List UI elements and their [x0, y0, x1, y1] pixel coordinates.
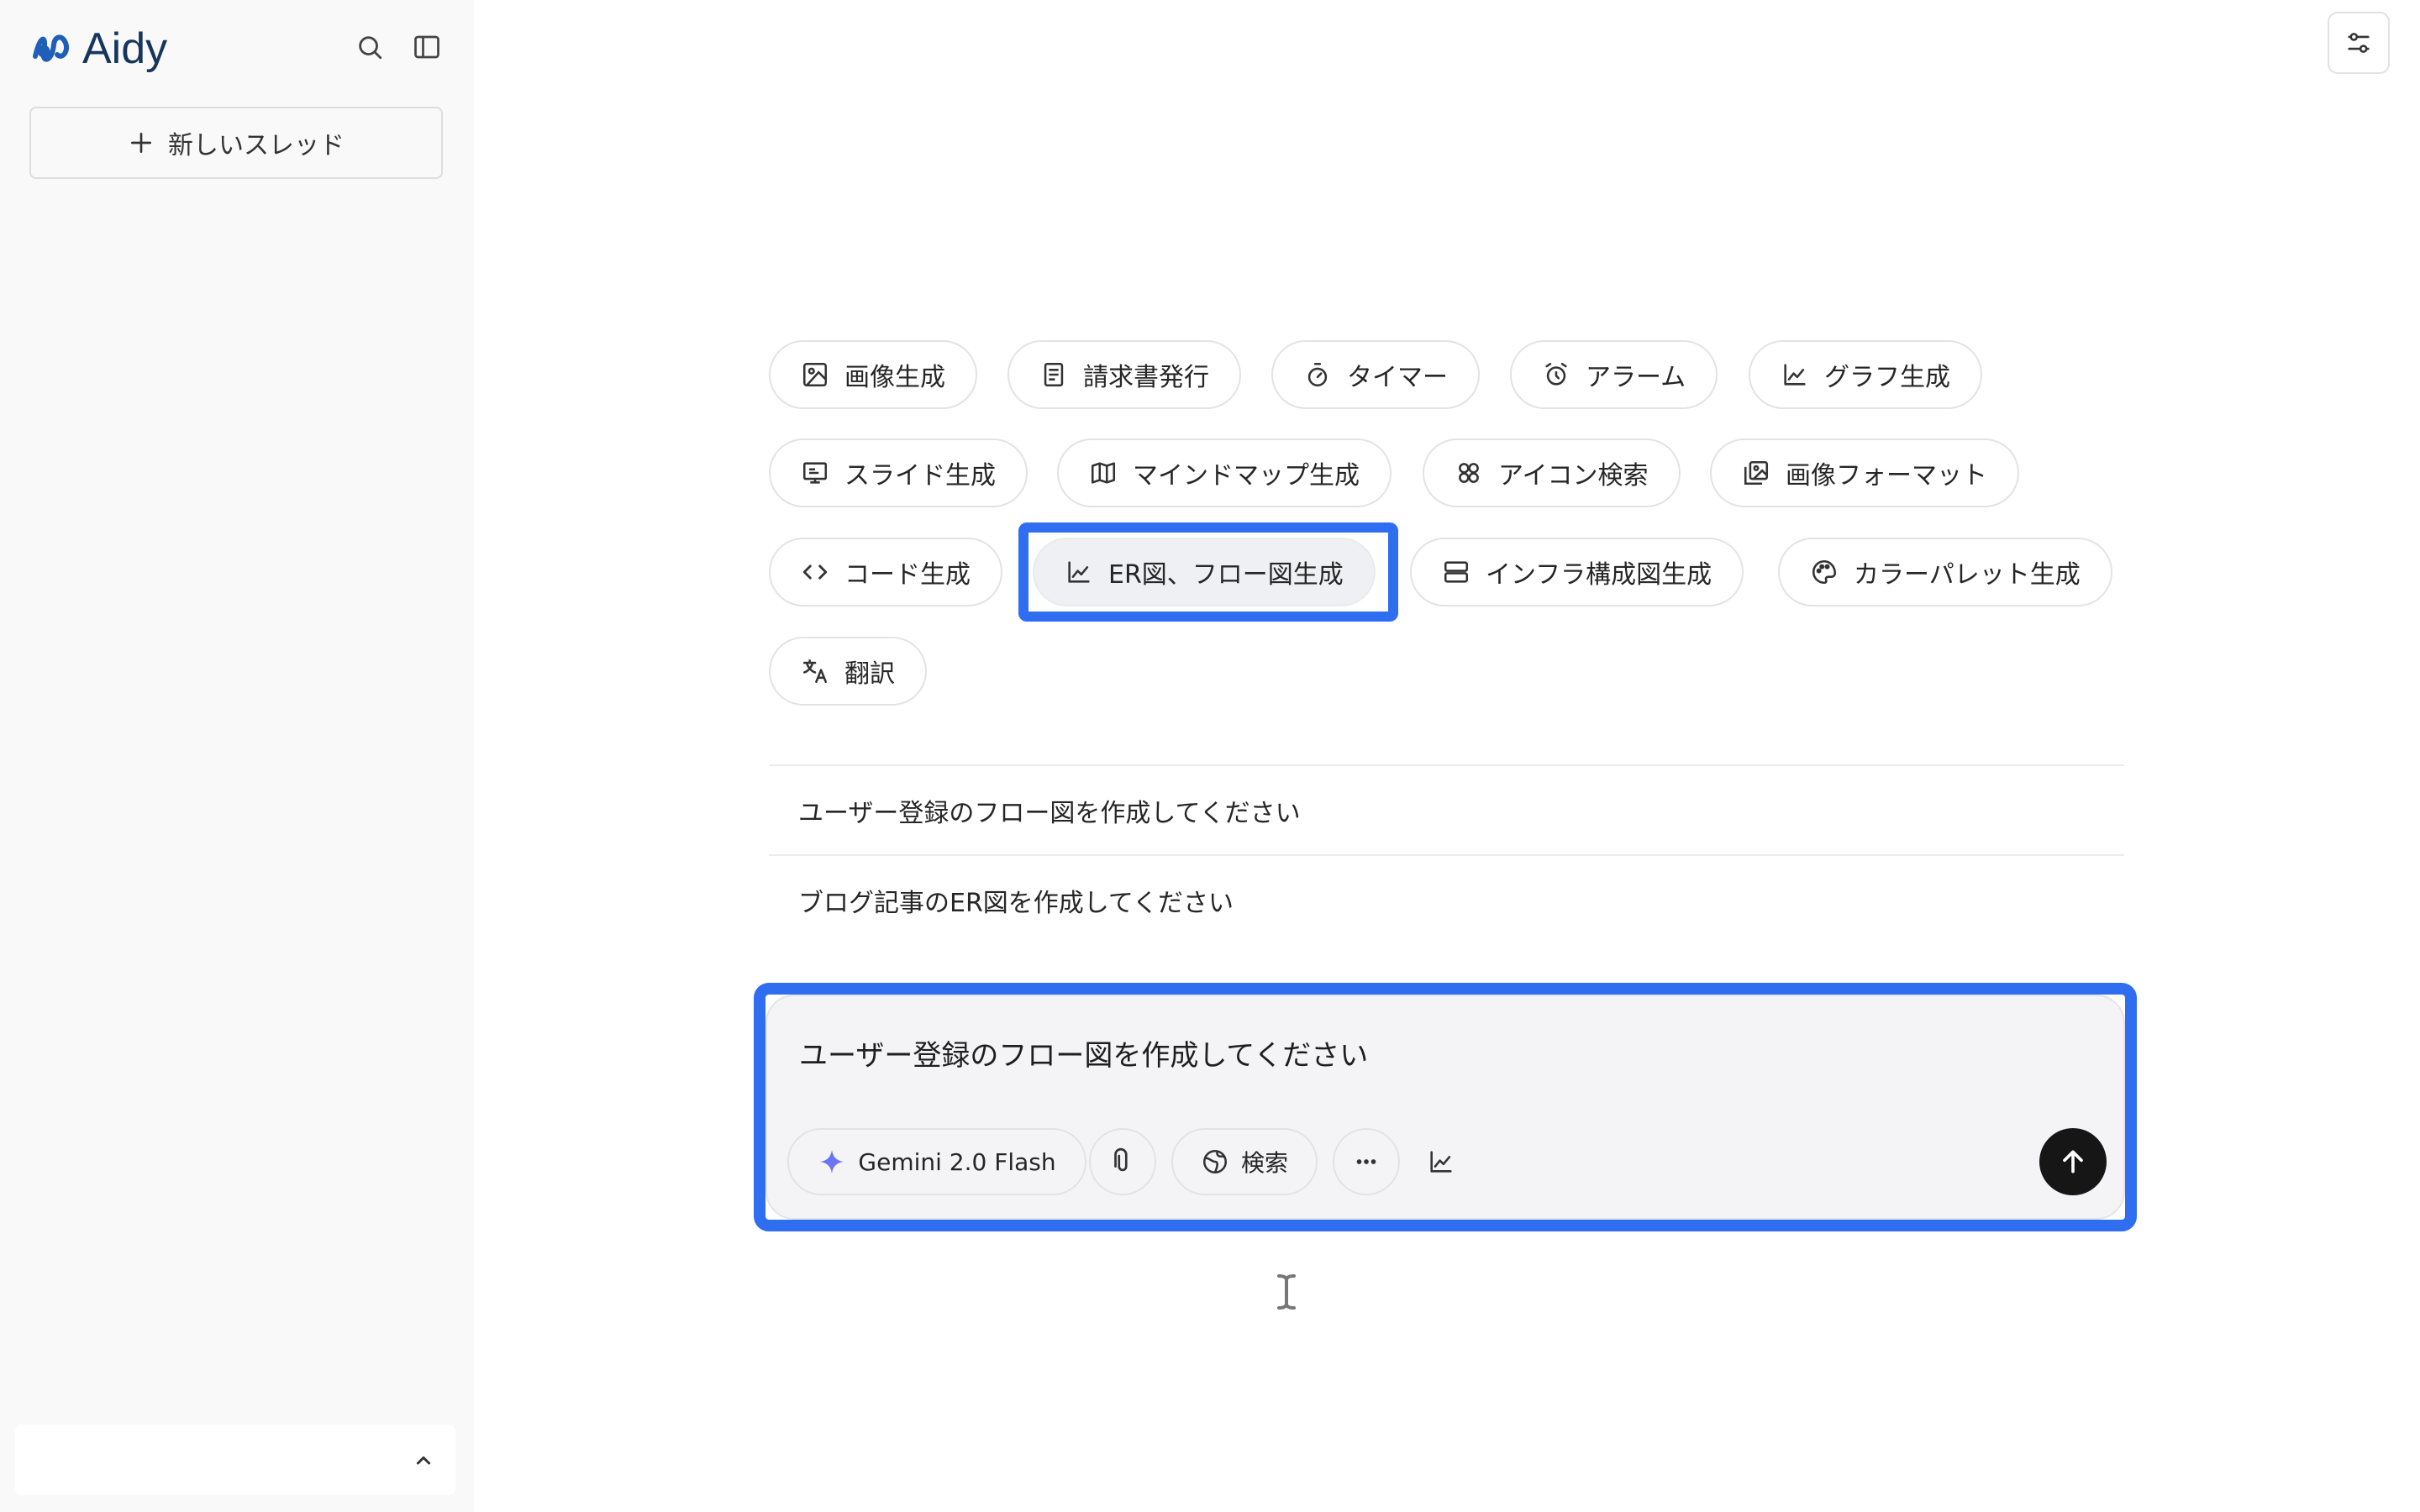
chip-image-generation[interactable]: 画像生成	[769, 340, 977, 409]
app-name: Aidy	[82, 24, 168, 73]
chip-graph-generation[interactable]: グラフ生成	[1749, 340, 1982, 409]
alarm-clock-icon	[1545, 362, 1567, 386]
new-thread-button[interactable]: 新しいスレッド	[29, 107, 443, 179]
chart-icon	[1430, 1151, 1452, 1173]
account-menu[interactable]	[15, 1425, 455, 1495]
sparkle-icon	[820, 1149, 844, 1174]
code-icon	[802, 564, 828, 580]
chip-timer[interactable]: タイマー	[1271, 340, 1480, 409]
sidebar-toggle-button[interactable]	[408, 29, 445, 66]
paperclip-icon	[1114, 1147, 1128, 1172]
suggestion-item[interactable]: ユーザー登録のフロー図を作成してください	[798, 792, 1301, 829]
more-icon	[1356, 1159, 1376, 1164]
chip-image-format[interactable]: 画像フォーマット	[1710, 438, 2019, 507]
chip-code-generation[interactable]: コード生成	[769, 538, 1002, 606]
settings-button[interactable]	[2328, 12, 2390, 74]
attach-button[interactable]	[1089, 1128, 1156, 1195]
app-logo[interactable]: Aidy	[29, 24, 167, 74]
chip-invoice[interactable]: 請求書発行	[1007, 340, 1241, 409]
image-icon	[802, 362, 828, 387]
globe-icon	[1202, 1149, 1228, 1174]
divider	[769, 854, 2124, 856]
translate-icon	[802, 659, 828, 684]
send-button[interactable]	[2039, 1128, 2107, 1195]
model-label: Gemini 2.0 Flash	[858, 1147, 1056, 1176]
chart-tool-button[interactable]	[1420, 1141, 1462, 1183]
server-icon	[1444, 561, 1469, 583]
map-icon	[1091, 462, 1116, 484]
chart-icon	[1068, 561, 1090, 583]
chip-color-palette[interactable]: カラーパレット生成	[1778, 538, 2112, 606]
more-options-button[interactable]	[1333, 1128, 1400, 1195]
chip-icon-search[interactable]: アイコン検索	[1423, 438, 1681, 507]
model-selector-button[interactable]: Gemini 2.0 Flash	[787, 1128, 1086, 1195]
images-icon	[1744, 460, 1769, 486]
search-button[interactable]	[351, 29, 388, 66]
presentation-icon	[802, 462, 828, 484]
search-icon	[359, 36, 382, 60]
suggestion-item[interactable]: ブログ記事のER図を作成してください	[798, 882, 1234, 919]
arrow-up-icon	[2063, 1150, 2083, 1173]
chart-icon	[1784, 364, 1806, 386]
chip-alarm[interactable]: アラーム	[1510, 340, 1718, 409]
chip-er-flow-diagram[interactable]: ER図、フロー図生成	[1033, 538, 1376, 606]
chip-translate[interactable]: 翻訳	[769, 637, 927, 706]
aidy-logo-icon	[33, 34, 69, 62]
chip-mindmap-generation[interactable]: マインドマップ生成	[1057, 438, 1392, 507]
message-input[interactable]	[799, 1032, 2060, 1074]
sidebar: Aidy 新しいスレッド	[0, 0, 474, 1512]
icons-grid-icon	[1459, 463, 1479, 483]
plus-icon	[131, 133, 151, 153]
chevron-up-icon	[416, 1456, 431, 1465]
stopwatch-icon	[1307, 362, 1328, 387]
chip-infra-diagram[interactable]: インフラ構成図生成	[1410, 538, 1744, 606]
document-icon	[1044, 362, 1064, 387]
palette-icon	[1812, 559, 1837, 585]
sliders-icon	[2348, 33, 2370, 53]
sidebar-toggle-icon	[414, 35, 439, 59]
chip-slide-generation[interactable]: スライド生成	[769, 438, 1028, 507]
composer: Gemini 2.0 Flash 検索	[765, 995, 2125, 1220]
new-thread-label: 新しいスレッド	[168, 131, 345, 160]
web-search-button[interactable]: 検索	[1171, 1128, 1318, 1195]
text-cursor-icon	[1277, 1274, 1296, 1310]
search-label: 検索	[1240, 1149, 1288, 1177]
divider	[769, 764, 2124, 766]
